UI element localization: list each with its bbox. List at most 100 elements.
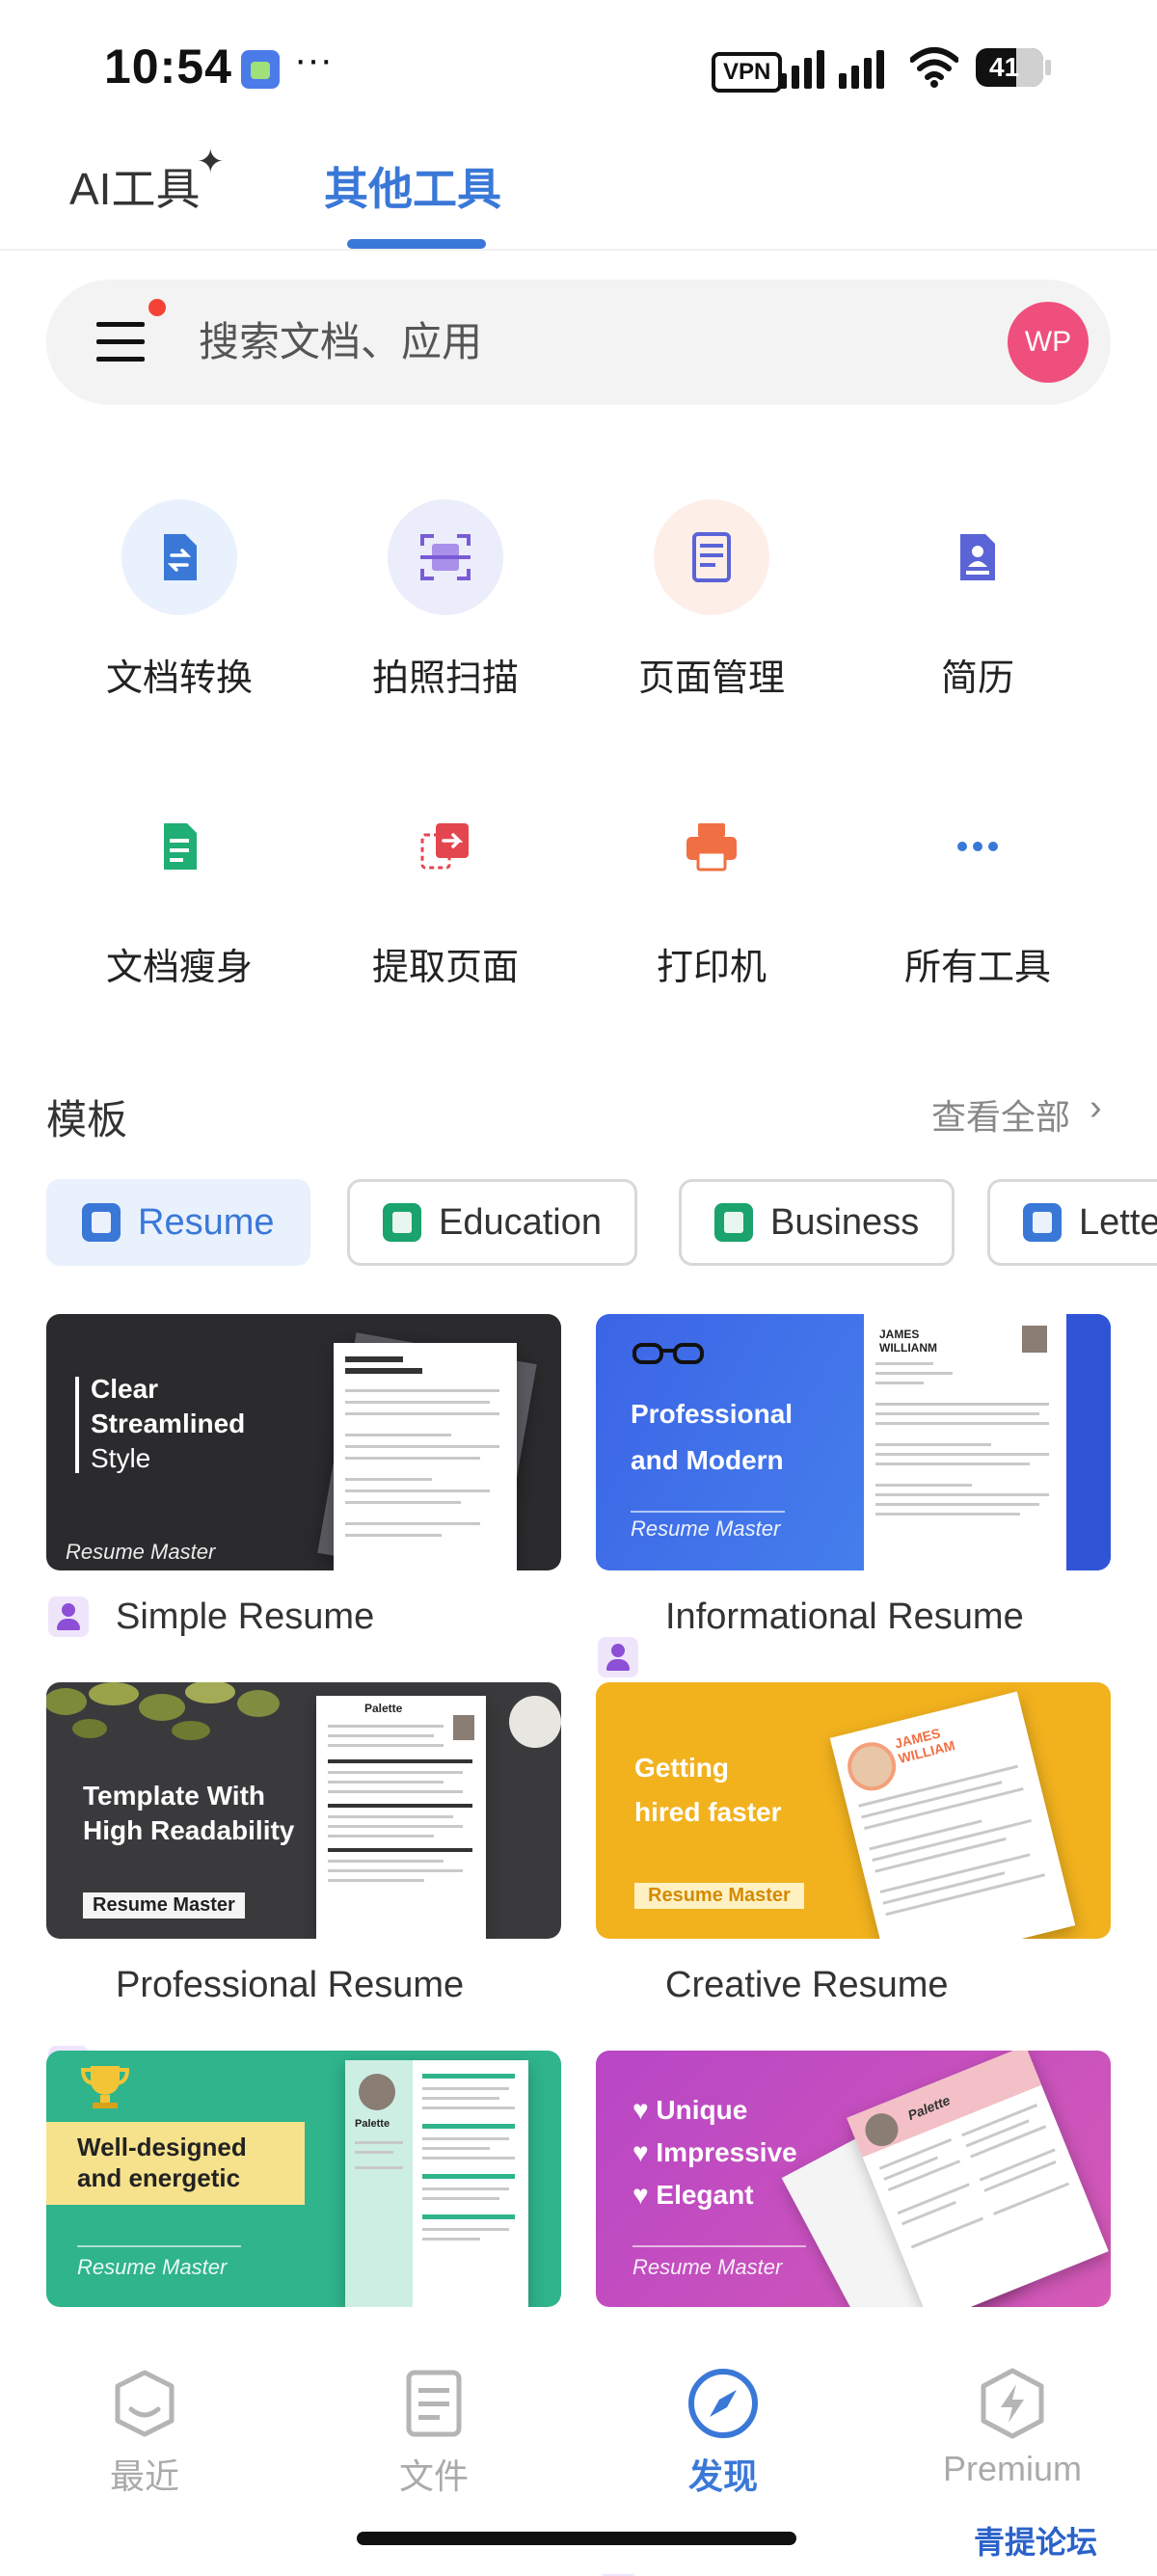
recent-icon <box>115 2370 175 2437</box>
tool-photo-scan[interactable]: 拍照扫描 <box>312 499 578 701</box>
notification-dot <box>148 299 166 316</box>
card-headline: hired faster <box>634 1797 782 1827</box>
flower-decoration <box>509 1696 561 1748</box>
nav-premium[interactable]: Premium <box>916 2367 1109 2489</box>
divider <box>0 249 1157 251</box>
watermark: 青提论坛 <box>974 2525 1098 2560</box>
template-card-simple[interactable]: Clear Streamlined Style Resume Master <box>46 1314 561 1570</box>
tool-icon-bg <box>920 499 1036 615</box>
tool-icon-bg <box>654 789 769 904</box>
template-name[interactable]: Professional Resume <box>116 1965 464 2006</box>
resume-chip-icon <box>82 1203 121 1242</box>
tool-doc-convert[interactable]: 文档转换 <box>46 499 312 701</box>
card-headline: and energetic <box>77 2163 241 2192</box>
tool-label: 文档转换 <box>105 658 253 699</box>
photo-thumbnail <box>453 1715 474 1740</box>
card-brand: Resume Master <box>77 2255 228 2279</box>
template-card-elegant[interactable]: ♥ Unique ♥ Impressive ♥ Elegant Resume M… <box>596 2051 1111 2307</box>
battery-icon: 41 <box>976 48 1043 87</box>
chip-education[interactable]: Education <box>347 1179 638 1266</box>
wifi-icon <box>910 47 958 88</box>
photo-thumbnail <box>842 1736 901 1796</box>
business-chart-icon <box>714 1203 753 1242</box>
letter-doc-icon <box>1023 1203 1062 1242</box>
tool-resume[interactable]: 简历 <box>845 499 1111 701</box>
tool-doc-compress[interactable]: 文档瘦身 <box>46 789 312 990</box>
nav-label: 文件 <box>398 2456 469 2496</box>
resume-preview: Palette <box>316 1696 486 1939</box>
tab-ai-tools[interactable]: AI工具 <box>69 154 200 218</box>
template-name[interactable]: Creative Resume <box>665 1965 949 2006</box>
template-name[interactable]: Informational Resume <box>665 1597 1024 1638</box>
see-all-link[interactable]: 查看全部 <box>931 1089 1070 1140</box>
resume-name: JAMES <box>879 1328 920 1341</box>
tool-icon-bg <box>388 499 503 615</box>
home-indicator <box>357 2532 796 2545</box>
files-icon <box>406 2370 462 2437</box>
chip-label: Resume <box>138 1201 275 1243</box>
template-card-professional[interactable]: Template With High Readability Resume Ma… <box>46 1682 561 1939</box>
tool-icon-bg <box>121 499 237 615</box>
chevron-right-icon[interactable]: › <box>1090 1087 1102 1129</box>
chip-label: Business <box>770 1201 920 1243</box>
user-icon <box>598 1637 638 1677</box>
printer-icon <box>686 823 737 872</box>
card-headline: Streamlined <box>91 1409 246 1438</box>
tool-icon-bg <box>654 499 769 615</box>
menu-icon[interactable] <box>96 318 145 366</box>
divider <box>77 2245 241 2247</box>
tool-all-tools[interactable]: 所有工具 <box>845 789 1111 990</box>
trophy-icon <box>80 2066 130 2108</box>
scan-icon <box>420 534 471 580</box>
tool-printer[interactable]: 打印机 <box>578 789 845 990</box>
battery-level: 41 <box>989 52 1020 82</box>
nav-label: Premium <box>942 2449 1083 2488</box>
chip-business[interactable]: Business <box>679 1179 955 1266</box>
card-brand: Resume Master <box>66 1540 216 1564</box>
glasses-icon <box>632 1343 704 1364</box>
photo-thumbnail <box>1022 1326 1047 1353</box>
extract-page-icon <box>420 823 469 870</box>
resume-title: Palette <box>364 1702 403 1715</box>
chip-resume[interactable]: Resume <box>46 1179 310 1266</box>
nav-discover[interactable]: 发现 <box>627 2367 820 2499</box>
chip-letter[interactable]: Letter <box>987 1179 1157 1266</box>
tool-label: 提取页面 <box>371 948 519 988</box>
tool-label: 拍照扫描 <box>371 658 519 699</box>
sparkle-icon: ✦ <box>197 144 225 180</box>
premium-bolt-icon <box>981 2368 1044 2439</box>
tool-extract-page[interactable]: 提取页面 <box>312 789 578 990</box>
more-notifications-icon: ··· <box>294 39 333 81</box>
resume-title: Palette <box>355 2118 390 2130</box>
card-headline: and Modern <box>631 1445 784 1475</box>
tab-other-tools[interactable]: 其他工具 <box>324 154 501 218</box>
signal-icon <box>779 50 884 89</box>
template-card-informational[interactable]: Professional and Modern Resume Master JA… <box>596 1314 1111 1570</box>
tool-page-manage[interactable]: 页面管理 <box>578 499 845 701</box>
photo-thumbnail <box>359 2074 395 2110</box>
chip-label: Education <box>439 1201 603 1243</box>
avatar[interactable]: WP <box>1008 302 1089 383</box>
status-time: 10:54 <box>104 40 232 94</box>
card-headline: Well-designed <box>77 2133 247 2161</box>
nav-label: 最近 <box>109 2456 179 2496</box>
tool-icon-bg <box>388 789 503 904</box>
template-card-creative[interactable]: Getting hired faster Resume Master JAMES… <box>596 1682 1111 1939</box>
card-brand: Resume Master <box>634 1883 804 1909</box>
discover-compass-icon <box>688 2369 758 2438</box>
templates-title: 模板 <box>46 1097 128 1142</box>
nav-recent[interactable]: 最近 <box>48 2367 241 2499</box>
template-name[interactable]: Simple Resume <box>116 1597 374 1638</box>
resume-icon <box>960 534 995 580</box>
card-headline: Getting <box>634 1753 729 1783</box>
compress-icon <box>164 823 197 870</box>
search-input[interactable] <box>199 318 874 366</box>
tool-label: 所有工具 <box>903 948 1051 988</box>
nav-files[interactable]: 文件 <box>337 2367 530 2499</box>
tool-icon-bg <box>121 789 237 904</box>
card-headline: Clear <box>91 1374 159 1404</box>
tool-label: 页面管理 <box>637 658 785 699</box>
card-brand: Resume Master <box>631 1516 781 1541</box>
template-card-energetic[interactable]: Well-designed and energetic Resume Maste… <box>46 2051 561 2307</box>
battery-tip <box>1045 60 1051 75</box>
